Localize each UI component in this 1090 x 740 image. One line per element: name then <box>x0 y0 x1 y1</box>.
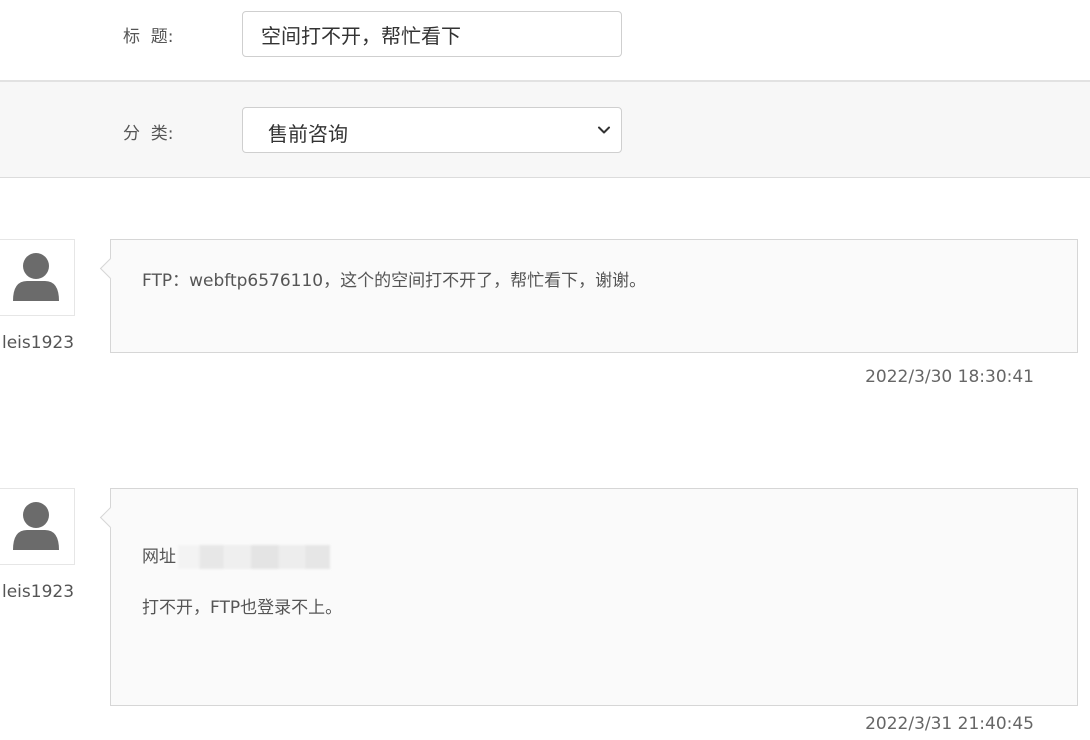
avatar <box>0 488 75 565</box>
title-label: 标 题: <box>123 27 174 47</box>
username: leis1923 <box>2 582 75 602</box>
message-line: 网址 <box>142 545 1046 569</box>
title-row: 标 题: <box>0 0 1090 82</box>
message-line: 打不开，FTP也登录不上。 <box>142 598 343 618</box>
chevron-down-icon <box>598 126 610 134</box>
avatar <box>0 239 75 316</box>
bubble-arrow <box>99 506 122 529</box>
category-row: 分 类: 售前咨询 <box>0 82 1090 178</box>
username: leis1923 <box>2 333 75 353</box>
category-label: 分 类: <box>123 124 174 144</box>
message-timestamp: 2022/3/30 18:30:41 <box>865 367 1034 387</box>
message-bubble: 网址 打不开，FTP也登录不上。 <box>99 488 1078 706</box>
title-input[interactable] <box>242 11 622 57</box>
redacted-url <box>178 545 330 569</box>
category-select[interactable]: 售前咨询 <box>242 107 622 153</box>
user-avatar-icon <box>13 253 59 301</box>
message-text: FTP：webftp6576110，这个的空间打不开了，帮忙看下，谢谢。 <box>142 271 647 291</box>
category-select-value: 售前咨询 <box>268 122 348 146</box>
url-label: 网址 <box>142 547 176 567</box>
bubble-arrow <box>99 257 122 280</box>
message-bubble: FTP：webftp6576110，这个的空间打不开了，帮忙看下，谢谢。 <box>99 239 1078 353</box>
user-avatar-icon <box>13 502 59 550</box>
message-timestamp: 2022/3/31 21:40:45 <box>865 714 1034 734</box>
